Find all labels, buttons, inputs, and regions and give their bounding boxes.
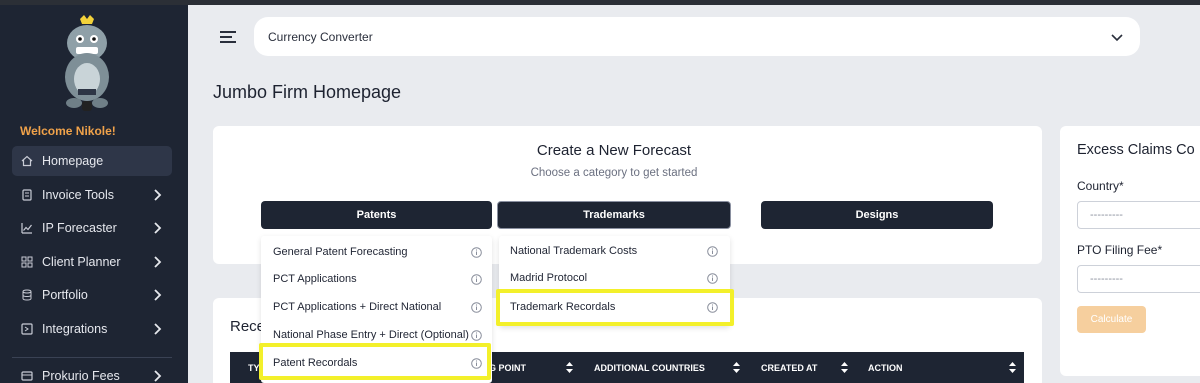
menu-item-label: General Patent Forecasting — [273, 246, 408, 258]
info-icon[interactable] — [471, 302, 482, 313]
column-header[interactable]: ADDITIONAL COUNTRIES — [594, 363, 705, 373]
calculate-button[interactable]: Calculate — [1077, 306, 1146, 333]
menu-item-madrid-protocol[interactable]: Madrid Protocol — [499, 264, 730, 292]
sort-icon[interactable] — [1009, 362, 1016, 373]
menu-item-national-trademark-costs[interactable]: National Trademark Costs — [499, 237, 730, 265]
info-icon[interactable] — [471, 330, 482, 341]
chevron-right-icon — [154, 323, 162, 335]
pto-filing-fee-label: PTO Filing Fee* — [1077, 243, 1163, 257]
menu-toggle-icon[interactable] — [219, 29, 237, 45]
pto-filing-fee-select[interactable]: --------- — [1077, 265, 1200, 293]
sidebar-item-label: Client Planner — [42, 255, 121, 269]
page-title: Jumbo Firm Homepage — [213, 82, 402, 102]
forecast-title: Create a New Forecast — [536, 142, 692, 159]
info-icon[interactable] — [471, 274, 482, 285]
menu-item-label: PCT Applications + Direct National — [273, 301, 442, 313]
column-header[interactable]: CREATED AT — [761, 363, 817, 373]
chevron-down-icon — [1111, 34, 1123, 42]
sidebar-item-label: Invoice Tools — [42, 188, 115, 202]
chevron-right-icon — [154, 370, 162, 382]
menu-item-label: Madrid Protocol — [510, 272, 588, 284]
designs-button[interactable]: Designs — [761, 201, 993, 229]
info-icon[interactable] — [707, 273, 718, 284]
sidebar-item-portfolio[interactable]: Portfolio — [12, 280, 172, 310]
sidebar-item-label: Prokurio Fees — [42, 369, 120, 383]
currency-converter-label: Currency Converter — [268, 29, 373, 44]
menu-item-label: National Phase Entry + Direct (Optional) — [273, 329, 469, 341]
database-icon — [20, 289, 33, 302]
recent-forecasts-title: Rece — [230, 318, 266, 335]
fees-icon — [20, 370, 33, 383]
menu-item-general-patent-forecasting[interactable]: General Patent Forecasting — [261, 238, 492, 266]
highlight-patent-recordals — [259, 343, 491, 380]
invoice-icon — [20, 189, 33, 202]
welcome-text: Welcome Nikole! — [20, 124, 116, 138]
sidebar-item-label: Homepage — [42, 154, 104, 168]
sidebar-item-label: IP Forecaster — [42, 221, 117, 235]
sidebar-item-label: Integrations — [42, 322, 108, 336]
sort-icon[interactable] — [841, 362, 848, 373]
patents-button[interactable]: Patents — [261, 201, 492, 229]
column-header[interactable]: ACTION — [868, 363, 903, 373]
sidebar-item-label: Portfolio — [42, 288, 88, 302]
sort-icon[interactable] — [733, 362, 740, 373]
info-icon[interactable] — [471, 247, 482, 258]
sort-icon[interactable] — [566, 362, 573, 373]
sidebar-item-ip-forecaster[interactable]: IP Forecaster — [12, 213, 172, 243]
grid-icon — [20, 256, 33, 269]
chevron-right-icon — [154, 189, 162, 201]
menu-item-label: PCT Applications — [273, 273, 357, 285]
highlight-trademark-recordals — [496, 289, 734, 326]
trademarks-button[interactable]: Trademarks — [497, 201, 731, 229]
excess-claims-title: Excess Claims Co — [1077, 142, 1195, 158]
column-header[interactable]: TY — [248, 363, 260, 373]
chevron-right-icon — [154, 289, 162, 301]
country-select[interactable]: --------- — [1077, 201, 1200, 229]
menu-item-pct-applications[interactable]: PCT Applications — [261, 265, 492, 293]
forecast-subtitle: Choose a category to get started — [530, 167, 698, 179]
chevron-right-icon — [154, 222, 162, 234]
chart-icon — [20, 222, 33, 235]
sidebar-item-homepage[interactable]: Homepage — [12, 146, 172, 176]
sidebar-item-integrations[interactable]: Integrations — [12, 314, 172, 344]
chevron-right-icon — [154, 256, 162, 268]
sidebar-item-invoice-tools[interactable]: Invoice Tools — [12, 180, 172, 210]
info-icon[interactable] — [707, 246, 718, 257]
sidebar: Welcome Nikole! Homepage Invoice Tools I… — [0, 5, 188, 383]
integration-icon — [20, 323, 33, 336]
country-label: Country* — [1077, 179, 1124, 193]
sidebar-item-client-planner[interactable]: Client Planner — [12, 247, 172, 277]
home-icon — [20, 155, 33, 168]
currency-converter-select[interactable]: Currency Converter — [254, 17, 1140, 56]
sidebar-divider — [12, 357, 172, 358]
menu-item-pct-direct-national[interactable]: PCT Applications + Direct National — [261, 293, 492, 321]
mascot-logo — [65, 15, 109, 111]
menu-item-label: National Trademark Costs — [510, 245, 638, 257]
sidebar-item-prokurio-fees[interactable]: Prokurio Fees — [12, 361, 172, 383]
